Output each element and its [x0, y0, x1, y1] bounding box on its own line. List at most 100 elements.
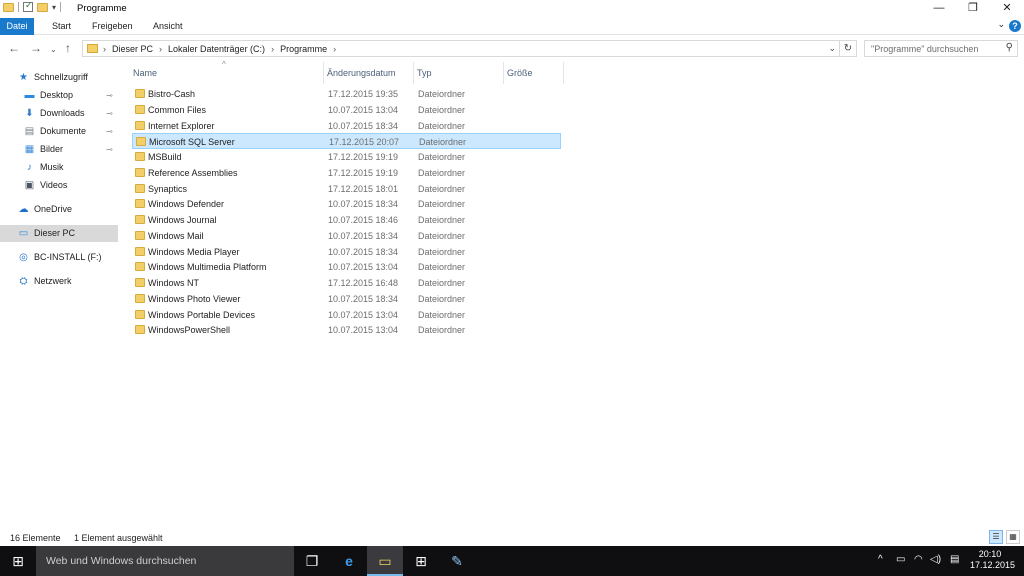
address-dropdown-icon[interactable]: ⌄ — [828, 43, 836, 54]
file-row[interactable]: Windows NT 17.12.2015 16:48 Dateiordner — [132, 275, 561, 291]
restore-button[interactable]: ❐ — [956, 0, 990, 18]
paint-icon[interactable]: ✎ — [439, 546, 475, 576]
breadcrumb-separator[interactable]: › — [271, 44, 274, 54]
customize-toolbar-icon[interactable]: ▾ — [52, 3, 56, 12]
tab-file[interactable]: Datei — [0, 18, 34, 35]
show-hidden-icons-icon[interactable]: ^ — [878, 554, 883, 565]
file-name: WindowsPowerShell — [148, 325, 231, 336]
tab-share[interactable]: Freigeben — [84, 18, 141, 35]
file-row[interactable]: Windows Portable Devices 10.07.2015 13:04… — [132, 307, 561, 323]
new-folder-icon[interactable] — [37, 2, 48, 12]
file-row[interactable]: WindowsPowerShell 10.07.2015 13:04 Dateior… — [132, 322, 561, 338]
folder-icon — [135, 167, 145, 177]
breadcrumb-item-this-pc[interactable]: Dieser PC — [112, 44, 153, 54]
sidebar-item-videos[interactable]: ▣ Videos — [0, 177, 118, 194]
file-row[interactable]: Windows Mail 10.07.2015 18:34 Dateiordner — [132, 228, 561, 244]
folder-icon — [135, 293, 145, 303]
column-header-size[interactable]: Größe — [504, 62, 564, 84]
address-bar[interactable]: › Dieser PC › Lokaler Datenträger (C:) ›… — [82, 40, 840, 57]
separator — [18, 2, 19, 12]
file-explorer-icon[interactable]: ▭ — [367, 546, 403, 576]
sidebar-item-label: Downloads — [40, 108, 85, 118]
column-header-type[interactable]: Typ — [414, 62, 504, 84]
battery-icon[interactable]: ▭ — [896, 554, 905, 565]
properties-icon[interactable] — [23, 0, 33, 12]
taskbar-search-text[interactable]: Web und Windows durchsuchen — [46, 555, 196, 567]
file-row[interactable]: Windows Defender 10.07.2015 18:34 Dateiord… — [132, 196, 561, 212]
search-icon[interactable]: ⚲ — [1006, 42, 1013, 53]
sidebar-item-label: Videos — [40, 180, 68, 190]
file-row[interactable]: Internet Explorer 10.07.2015 18:34 Dateior… — [132, 118, 561, 134]
tab-view[interactable]: Ansicht — [145, 18, 191, 35]
sidebar-item-netzwerk[interactable]: ⛭ Netzwerk — [0, 273, 118, 290]
volume-icon[interactable]: ◁) — [930, 554, 941, 565]
notifications-icon[interactable]: ▤ — [950, 554, 959, 565]
pin-icon[interactable]: ⊸ — [106, 123, 113, 140]
column-header-name[interactable]: Name ^ — [130, 60, 324, 84]
minimize-button[interactable]: — — [922, 0, 956, 18]
task-view-icon[interactable]: ❐ — [294, 546, 330, 576]
refresh-button[interactable]: ↻ — [840, 40, 857, 57]
file-name: Windows Media Player — [148, 246, 240, 257]
edge-icon[interactable]: e — [331, 546, 367, 576]
sidebar-item-dokumente[interactable]: ▤ Dokumente ⊸ — [0, 123, 118, 140]
file-list: Name ^ Änderungsdatum Typ Größe Bistro-C… — [130, 60, 1024, 530]
up-button[interactable]: ↑ — [65, 41, 71, 55]
pin-icon[interactable]: ⊸ — [106, 141, 113, 158]
sidebar-item-dieser-pc[interactable]: ▭ Dieser PC — [0, 225, 118, 242]
pin-icon[interactable]: ⊸ — [106, 105, 113, 122]
taskbar-search-box[interactable]: Web und Windows durchsuchen — [36, 546, 294, 576]
file-row[interactable]: Windows Photo Viewer 10.07.2015 18:34 Date… — [132, 291, 561, 307]
file-row[interactable]: Common Files 10.07.2015 13:04 Dateiordner — [132, 102, 561, 118]
breadcrumb-separator[interactable]: › — [103, 44, 106, 54]
quick-access-toolbar: ▾ — [3, 0, 62, 12]
search-placeholder[interactable]: "Programme" durchsuchen — [871, 44, 978, 54]
file-row[interactable]: Windows Media Player 10.07.2015 18:34 Date… — [132, 244, 561, 260]
folder-icon — [135, 278, 145, 287]
recent-locations-button[interactable]: ⌄ — [50, 43, 57, 57]
file-date: 10.07.2015 18:34 — [328, 230, 399, 241]
file-date: 10.07.2015 18:34 — [328, 199, 399, 210]
details-view-button[interactable]: ☰ — [989, 530, 1003, 544]
file-date: 10.07.2015 18:34 — [328, 293, 399, 304]
large-icons-view-button[interactable]: ▦ — [1006, 530, 1020, 544]
clock[interactable]: 20:10 17.12.2015 — [970, 549, 1015, 571]
sidebar-item-desktop[interactable]: ▬ Desktop ⊸ — [0, 87, 118, 104]
folder-icon — [136, 137, 146, 147]
breadcrumb-item-programme[interactable]: Programme — [280, 44, 327, 54]
column-header-date[interactable]: Änderungsdatum — [324, 62, 414, 84]
file-type: Dateiordner — [418, 167, 466, 178]
sort-ascending-icon: ^ — [222, 60, 226, 69]
file-row[interactable]: Synaptics 17.12.2015 18:01 Dateiordner — [132, 181, 561, 197]
start-button[interactable]: ⊞ — [0, 546, 36, 576]
file-row[interactable]: Bistro-Cash 17.12.2015 19:35 Dateiordner — [132, 86, 561, 102]
file-row[interactable]: Windows Journal 10.07.2015 18:46 Dateiordn… — [132, 212, 561, 228]
sidebar-item-onedrive[interactable]: ☁ OneDrive — [0, 201, 118, 218]
expand-ribbon-icon[interactable]: ⌄ — [997, 19, 1005, 30]
sidebar-item-downloads[interactable]: ⬇ Downloads ⊸ — [0, 105, 118, 122]
file-row[interactable]: Microsoft SQL Server 17.12.2015 20:07 Date… — [132, 133, 561, 150]
sidebar-item-musik[interactable]: ♪ Musik — [0, 159, 118, 176]
close-button[interactable]: ✕ — [990, 0, 1024, 18]
sidebar-item-schnellzugriff[interactable]: ★ Schnellzugriff — [0, 69, 118, 86]
tab-start[interactable]: Start — [44, 18, 79, 35]
help-icon[interactable]: ? — [1009, 20, 1021, 32]
sidebar-item-bilder[interactable]: ▦ Bilder ⊸ — [0, 141, 118, 158]
folder-icon — [135, 120, 145, 130]
breadcrumb-item-local-disk[interactable]: Lokaler Datenträger (C:) — [168, 44, 265, 54]
folder-icon — [135, 152, 145, 161]
search-box[interactable]: "Programme" durchsuchen ⚲ — [864, 40, 1018, 57]
file-row[interactable]: Windows Multimedia Platform 10.07.2015 13… — [132, 259, 561, 275]
sidebar-item-bc-install-f[interactable]: ◎ BC-INSTALL (F:) — [0, 249, 118, 266]
pin-icon[interactable]: ⊸ — [106, 87, 113, 104]
file-row[interactable]: MSBuild 17.12.2015 19:19 Dateiordner — [132, 149, 561, 165]
file-type: Dateiordner — [418, 215, 466, 225]
back-button[interactable]: ← — [8, 41, 20, 55]
wifi-icon[interactable]: ◠ — [914, 554, 923, 565]
breadcrumb-separator[interactable]: › — [159, 44, 162, 54]
breadcrumb-separator[interactable]: › — [333, 44, 336, 54]
forward-button[interactable]: → — [30, 41, 42, 55]
store-icon[interactable]: ⊞ — [403, 546, 439, 576]
file-row[interactable]: Reference Assemblies 17.12.2015 19:19 Date… — [132, 165, 561, 181]
file-date: 17.12.2015 19:35 — [328, 89, 399, 99]
